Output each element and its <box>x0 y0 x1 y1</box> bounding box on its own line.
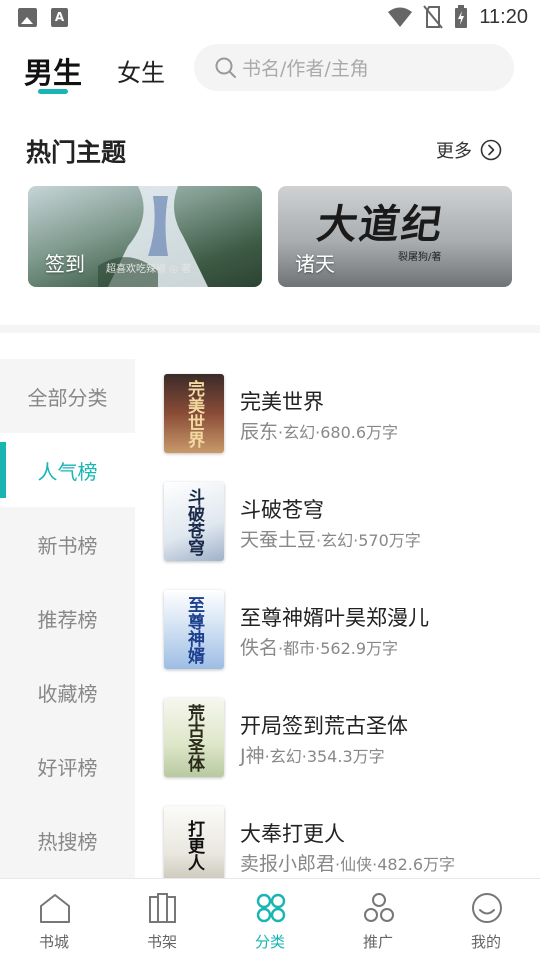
book-genre: 玄幻 <box>321 531 354 550</box>
top-header: 男生 女生 书名/作者/主角 <box>0 40 540 100</box>
more-button[interactable]: 更多 <box>436 137 502 163</box>
book-genre: 玄幻 <box>283 423 316 442</box>
book-title: 斗破苍穹 <box>240 498 324 522</box>
category-all[interactable]: 全部分类 <box>0 359 135 433</box>
book-cover: 荒古圣体 <box>164 698 224 777</box>
topic-label: 诸天 <box>295 252 335 276</box>
book-author: J神 <box>240 745 265 767</box>
category-hot-search[interactable]: 热搜榜 <box>0 803 135 877</box>
nav-category[interactable]: 分类 <box>216 879 324 960</box>
cover-title: 打更人 <box>184 820 204 871</box>
category-new[interactable]: 新书榜 <box>0 507 135 581</box>
cover-title: 斗破苍穹 <box>184 487 204 556</box>
book-words: 570万字 <box>358 531 421 550</box>
book-meta: 佚名·都市·562.9万字 <box>240 637 399 659</box>
cover-title: 完美世界 <box>184 379 204 448</box>
book-item[interactable]: 打更人 大奉打更人 卖报小郎君·仙侠·482.6万字 <box>164 806 524 886</box>
book-author: 佚名 <box>240 637 279 659</box>
book-item[interactable]: 至尊神婿 至尊神婿叶昊郑漫儿 佚名·都市·562.9万字 <box>164 590 524 670</box>
search-input[interactable]: 书名/作者/主角 <box>194 44 514 91</box>
book-author: 辰东 <box>240 421 279 443</box>
book-genre: 仙侠 <box>340 855 373 874</box>
wifi-icon <box>388 7 413 27</box>
nav-bookstore[interactable]: 书城 <box>0 879 108 960</box>
battery-charging-icon <box>455 5 468 28</box>
topic-caption: 超喜欢吃辣椒 ◎ 著 <box>106 264 192 275</box>
book-cover: 斗破苍穹 <box>164 482 224 561</box>
book-cover: 打更人 <box>164 806 224 885</box>
book-meta: 卖报小郎君·仙侠·482.6万字 <box>240 853 456 875</box>
book-meta: 辰东·玄幻·680.6万字 <box>240 421 399 443</box>
topic-label: 签到 <box>45 252 85 276</box>
topic-cover-caption: 裂屠狗/著 <box>398 252 442 263</box>
nav-bookshelf[interactable]: 书架 <box>108 879 216 960</box>
more-label: 更多 <box>436 141 472 162</box>
book-title: 开局签到荒古圣体 <box>240 714 408 738</box>
status-right-icons: 11:20 <box>387 5 528 29</box>
book-author: 天蚕土豆 <box>240 529 317 551</box>
search-placeholder: 书名/作者/主角 <box>242 58 369 80</box>
book-meta: 天蚕土豆·玄幻·570万字 <box>240 529 421 551</box>
nav-label: 书城 <box>38 933 69 951</box>
share-icon <box>364 893 394 922</box>
bottom-navigation: 书城 书架 分类 推广 我的 <box>0 878 540 960</box>
book-cover: 至尊神婿 <box>164 590 224 669</box>
nav-promotion[interactable]: 推广 <box>324 879 432 960</box>
cover-title: 至尊神婿 <box>184 595 204 664</box>
book-title: 至尊神婿叶昊郑漫儿 <box>240 606 429 630</box>
cover-title: 荒古圣体 <box>184 703 204 772</box>
search-icon <box>215 57 236 78</box>
tab-active-indicator <box>38 89 68 94</box>
category-favorites[interactable]: 收藏榜 <box>0 655 135 729</box>
book-words: 680.6万字 <box>320 423 399 442</box>
profile-icon <box>472 893 502 923</box>
status-bar: A 11:20 <box>0 0 540 36</box>
book-meta: J神·玄幻·354.3万字 <box>240 745 385 767</box>
image-icon <box>18 8 37 27</box>
book-author: 卖报小郎君 <box>240 853 336 875</box>
nav-profile[interactable]: 我的 <box>432 879 540 960</box>
category-recommended[interactable]: 推荐榜 <box>0 581 135 655</box>
nav-label: 我的 <box>470 933 501 951</box>
book-title: 完美世界 <box>240 390 324 414</box>
book-genre: 都市 <box>283 639 316 658</box>
topic-card-signin[interactable]: 签到 超喜欢吃辣椒 ◎ 著 <box>28 186 262 287</box>
nav-label: 推广 <box>362 933 393 951</box>
tab-female[interactable]: 女生 <box>117 53 165 88</box>
book-title: 大奉打更人 <box>240 822 345 846</box>
no-sim-icon <box>423 5 444 29</box>
book-item[interactable]: 荒古圣体 开局签到荒古圣体 J神·玄幻·354.3万字 <box>164 698 524 778</box>
a-app-icon: A <box>51 8 68 27</box>
topic-card-zhutian[interactable]: 大道纪 裂屠狗/著 诸天 <box>278 186 512 287</box>
bookshelf-icon <box>149 893 176 923</box>
nav-label: 分类 <box>254 933 285 951</box>
home-icon <box>40 894 70 923</box>
category-top-rated[interactable]: 好评榜 <box>0 729 135 803</box>
book-words: 482.6万字 <box>377 855 456 874</box>
book-item[interactable]: 完美世界 完美世界 辰东·玄幻·680.6万字 <box>164 374 524 454</box>
category-icon <box>256 893 286 923</box>
book-words: 354.3万字 <box>306 747 385 766</box>
section-title-hot-topics: 热门主题 <box>26 138 127 167</box>
book-genre: 玄幻 <box>269 747 302 766</box>
nav-label: 书架 <box>146 933 177 951</box>
topic-cover-title: 大道纪 <box>314 201 447 248</box>
book-item[interactable]: 斗破苍穹 斗破苍穹 天蚕土豆·玄幻·570万字 <box>164 482 524 562</box>
section-divider <box>0 325 540 333</box>
status-left-icons: A <box>18 8 68 27</box>
tab-male[interactable]: 男生 <box>24 50 82 92</box>
category-sidebar: 全部分类 人气榜 新书榜 推荐榜 收藏榜 好评榜 热搜榜 <box>0 359 135 879</box>
book-cover: 完美世界 <box>164 374 224 453</box>
book-words: 562.9万字 <box>320 639 399 658</box>
category-popular[interactable]: 人气榜 <box>0 433 135 507</box>
chevron-right-circle-icon <box>480 139 502 161</box>
status-time: 11:20 <box>479 5 528 28</box>
